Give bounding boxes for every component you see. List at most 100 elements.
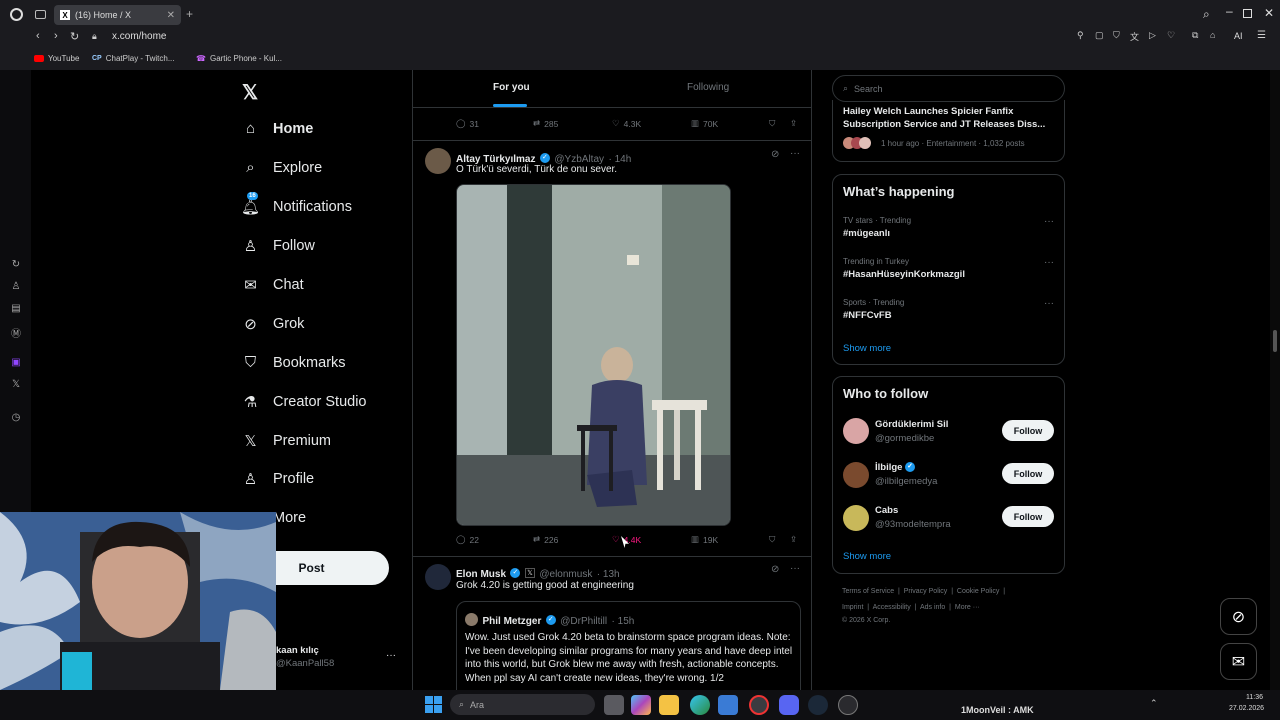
tab-following[interactable]: Following bbox=[687, 82, 729, 93]
avatar[interactable] bbox=[425, 564, 451, 590]
grok-fab-button[interactable]: ⊘ bbox=[1220, 598, 1257, 635]
play-icon[interactable]: ▷ bbox=[1149, 30, 1156, 41]
scrollbar[interactable] bbox=[1270, 70, 1280, 690]
author-handle[interactable]: @elonmusk bbox=[539, 569, 592, 580]
nav-grok[interactable]: ⊘ Grok bbox=[242, 315, 304, 333]
start-button[interactable] bbox=[425, 696, 442, 713]
task-view-icon[interactable] bbox=[604, 695, 624, 715]
tweet-photo[interactable] bbox=[456, 184, 731, 526]
nav-creator-studio[interactable]: ⚗ Creator Studio bbox=[242, 393, 367, 411]
grok-explain-icon[interactable]: ⊘ bbox=[771, 564, 779, 575]
heart-icon[interactable]: ♡ bbox=[1167, 30, 1175, 41]
nav-chat[interactable]: ✉ Chat bbox=[242, 276, 303, 294]
repost-button[interactable]: ⇄ 285 bbox=[533, 118, 558, 129]
bookmark-button[interactable]: ⛉ bbox=[769, 118, 775, 129]
twitch-icon[interactable]: ▣ bbox=[10, 357, 22, 369]
maximize-button[interactable] bbox=[1243, 9, 1252, 18]
taskbar-search-input[interactable]: ⌕ Ara bbox=[450, 694, 595, 715]
pin-icon[interactable]: ⚲ bbox=[1077, 30, 1084, 41]
views-button[interactable]: ▥ 19K bbox=[691, 534, 718, 545]
browser-tab-home[interactable]: X (16) Home / X ✕ bbox=[54, 5, 181, 25]
x-logo-icon[interactable]: 𝕏 bbox=[242, 80, 258, 105]
nav-follow[interactable]: ♙ Follow bbox=[242, 237, 315, 255]
nav-premium[interactable]: 𝕏 Premium bbox=[242, 432, 331, 450]
avatar[interactable] bbox=[425, 148, 451, 174]
share-button[interactable]: ⇪ bbox=[790, 118, 797, 129]
follow-button[interactable]: Follow bbox=[1002, 506, 1054, 527]
url-field[interactable]: x.com/home bbox=[112, 31, 166, 42]
share-button[interactable]: ⇪ bbox=[790, 534, 797, 545]
bookmark-button[interactable]: ⛉ bbox=[769, 534, 775, 545]
ai-assistant-icon[interactable]: ♙ bbox=[10, 281, 22, 293]
messages-fab-button[interactable]: ✉ bbox=[1220, 643, 1257, 680]
tweet-time[interactable]: · 13h bbox=[597, 569, 620, 580]
easy-files-icon[interactable]: ▤ bbox=[10, 303, 22, 315]
search-input[interactable]: ⌕ Search bbox=[832, 75, 1065, 102]
minimize-button[interactable]: – bbox=[1226, 4, 1233, 18]
close-tab-icon[interactable]: ✕ bbox=[167, 10, 175, 21]
views-button[interactable]: ▥ 70K bbox=[691, 118, 718, 129]
nav-bookmarks[interactable]: ⛉ Bookmarks bbox=[242, 354, 346, 371]
reload-icon[interactable]: ↻ bbox=[70, 30, 79, 43]
translate-icon[interactable]: 文 bbox=[1130, 30, 1139, 43]
tweet-more-icon[interactable]: ··· bbox=[790, 563, 800, 574]
opera-taskbar-icon[interactable] bbox=[749, 695, 769, 715]
ai-button[interactable]: AI bbox=[1234, 31, 1243, 41]
grok-explain-icon[interactable]: ⊘ bbox=[771, 149, 779, 160]
clock-date[interactable]: 27.02.2026 bbox=[1229, 705, 1264, 712]
nav-explore[interactable]: ⌕ Explore bbox=[242, 159, 322, 176]
copilot-icon[interactable] bbox=[631, 695, 651, 715]
file-explorer-icon[interactable] bbox=[659, 695, 679, 715]
nav-notifications[interactable]: 🔔︎ 16 Notifications bbox=[241, 192, 352, 216]
discord-icon[interactable] bbox=[779, 695, 799, 715]
opera-logo-icon[interactable] bbox=[10, 8, 23, 21]
nav-profile[interactable]: ♙ Profile bbox=[242, 470, 314, 488]
bookmark-youtube[interactable]: YouTube bbox=[34, 54, 79, 63]
author-name[interactable]: Elon Musk bbox=[456, 569, 506, 580]
news-card[interactable]: Hailey Welch Launches Spicier Fanfix Sub… bbox=[832, 100, 1065, 162]
account-more-icon[interactable]: ··· bbox=[386, 650, 396, 661]
nav-home[interactable]: ⌂ Home bbox=[242, 120, 313, 137]
m-app-icon[interactable]: Ⓜ bbox=[10, 325, 22, 340]
scrollbar-thumb[interactable] bbox=[1273, 330, 1277, 352]
trend-more-icon[interactable]: ··· bbox=[1044, 216, 1054, 227]
trend-more-icon[interactable]: ··· bbox=[1044, 257, 1054, 268]
follow-button[interactable]: Follow bbox=[1002, 463, 1054, 484]
bookmark-gartic[interactable]: ☎ Gartic Phone - Kul... bbox=[196, 54, 282, 63]
avatar[interactable] bbox=[843, 505, 869, 531]
snapshot-icon[interactable]: ▢ bbox=[1095, 30, 1104, 41]
menu-icon[interactable]: ☰ bbox=[1257, 30, 1266, 41]
app-icon[interactable] bbox=[838, 695, 858, 715]
avatar[interactable] bbox=[843, 418, 869, 444]
x-sidebar-icon[interactable]: 𝕏 bbox=[10, 379, 22, 391]
new-tab-button[interactable]: + bbox=[186, 7, 193, 21]
edge-icon[interactable] bbox=[690, 695, 710, 715]
tray-chevron-icon[interactable]: ⌃ bbox=[1150, 698, 1158, 709]
tab-overview-icon[interactable] bbox=[35, 10, 46, 19]
history-icon[interactable]: ↻ bbox=[10, 259, 22, 271]
store-icon[interactable] bbox=[718, 695, 738, 715]
account-switcher[interactable]: kaan kılıç @KaanPall58 ··· bbox=[276, 645, 406, 673]
search-tabs-icon[interactable]: ⌕ bbox=[1203, 7, 1210, 22]
steam-icon[interactable] bbox=[808, 695, 828, 715]
forward-icon[interactable]: › bbox=[54, 30, 58, 42]
like-button[interactable]: ♡ 4.3K bbox=[612, 118, 641, 129]
extensions-icon[interactable]: ⧉ bbox=[1192, 30, 1198, 41]
close-window-button[interactable]: ✕ bbox=[1264, 6, 1274, 20]
avatar[interactable] bbox=[843, 462, 869, 488]
show-more-link[interactable]: Show more bbox=[843, 551, 891, 562]
show-more-link[interactable]: Show more bbox=[843, 343, 891, 354]
bookmark-chatplay[interactable]: CP ChatPlay - Twitch... bbox=[92, 54, 175, 63]
quoted-tweet[interactable]: Phil Metzger ✓ @DrPhiltill · 15h Wow. Ju… bbox=[456, 601, 801, 690]
repost-button[interactable]: ⇄ 226 bbox=[533, 534, 558, 545]
reply-button[interactable]: ◯ 22 bbox=[456, 534, 479, 545]
tab-for-you[interactable]: For you bbox=[493, 82, 530, 93]
back-icon[interactable]: ‹ bbox=[36, 30, 40, 42]
clock-time[interactable]: 11:36 bbox=[1246, 694, 1263, 701]
trend-more-icon[interactable]: ··· bbox=[1044, 298, 1054, 309]
shield-icon[interactable]: ⛉ bbox=[1113, 30, 1120, 41]
clock-icon[interactable]: ◷ bbox=[10, 412, 22, 424]
reply-button[interactable]: ◯ 31 bbox=[456, 118, 479, 129]
tweet-more-icon[interactable]: ··· bbox=[790, 148, 800, 159]
follow-button[interactable]: Follow bbox=[1002, 420, 1054, 441]
